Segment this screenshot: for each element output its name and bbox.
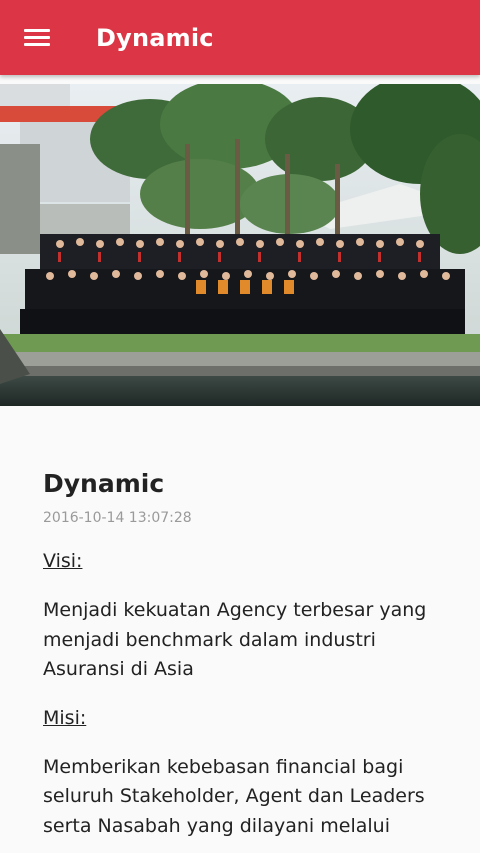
app-bar: Dynamic bbox=[0, 0, 480, 75]
post-content: Dynamic 2016-10-14 13:07:28 Visi: Menjad… bbox=[0, 406, 480, 841]
post-title: Dynamic bbox=[43, 469, 165, 498]
visi-heading: Visi: bbox=[43, 550, 83, 572]
app-bar-title: Dynamic bbox=[96, 23, 214, 52]
post-date: 2016-10-14 13:07:28 bbox=[43, 510, 192, 526]
hero-group-photo bbox=[0, 84, 480, 406]
misi-heading: Misi: bbox=[43, 706, 87, 729]
visi-text: Menjadi kekuatan Agency terbesar yang me… bbox=[43, 599, 427, 680]
misi-text: Memberikan kebebasan financial bagi selu… bbox=[43, 755, 425, 837]
hamburger-menu-icon[interactable] bbox=[24, 28, 50, 48]
